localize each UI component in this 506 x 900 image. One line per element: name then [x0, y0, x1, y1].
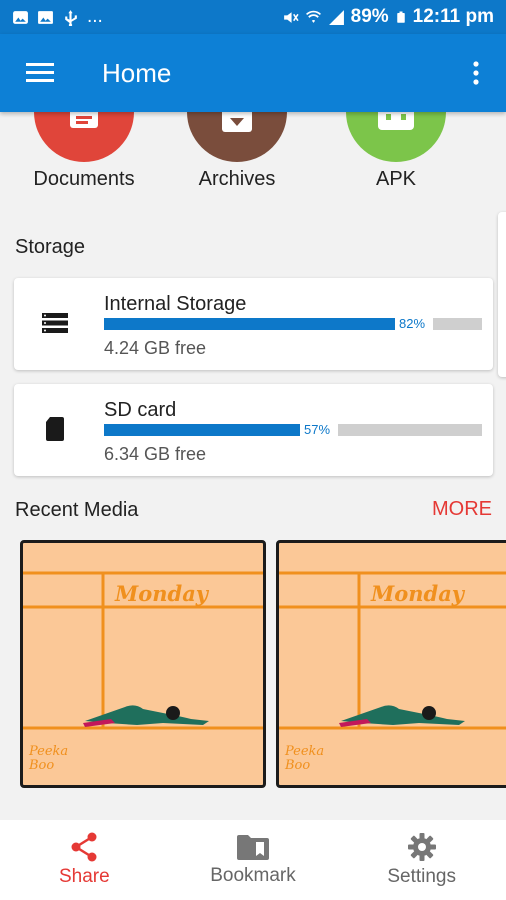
share-icon — [71, 832, 97, 862]
storage-usage-bar: 82% — [104, 316, 482, 331]
sd-card-icon — [46, 417, 64, 441]
nav-label: Bookmark — [210, 865, 296, 886]
wifi-icon — [305, 10, 321, 23]
storage-section-title: Storage — [15, 236, 86, 258]
storage-name: SD card — [104, 399, 177, 421]
battery-icon — [396, 11, 405, 23]
archive-icon — [187, 112, 287, 162]
category-apk[interactable]: APK — [331, 112, 461, 202]
storage-usage-bar: 57% — [104, 422, 482, 437]
storage-usage-fill — [104, 424, 300, 436]
storage-card-internal[interactable]: Internal Storage 82% 4.24 GB free — [14, 278, 493, 370]
category-label: Documents — [33, 168, 135, 190]
nav-share[interactable]: Share — [0, 820, 169, 900]
nav-settings[interactable]: Settings — [337, 820, 506, 900]
more-vert-icon — [473, 61, 479, 85]
storage-remaining-bar — [338, 424, 482, 436]
media-caption: Peeka Boo — [285, 744, 325, 774]
gallery-notification-icon — [13, 10, 28, 24]
usb-icon — [65, 9, 77, 26]
media-thumbnail[interactable]: Monday Peeka Boo — [20, 540, 266, 788]
notifications-more: ... — [87, 6, 103, 27]
storage-free: 4.24 GB free — [104, 338, 207, 358]
signal-icon — [328, 9, 344, 25]
hamburger-menu-icon — [26, 63, 54, 82]
app-bar: Home — [0, 34, 506, 112]
storage-remaining-bar — [433, 318, 482, 330]
storage-usage-fill — [104, 318, 395, 330]
more-button[interactable]: MORE — [432, 498, 492, 521]
status-bar: ... 89% 12:11 pm — [0, 0, 506, 34]
bookmark-icon — [237, 835, 269, 860]
category-archives[interactable]: Archives — [172, 112, 302, 202]
next-card-peek[interactable] — [498, 212, 506, 377]
media-heading: Monday — [115, 581, 209, 606]
recent-media-title: Recent Media — [15, 499, 139, 521]
storage-card-sd[interactable]: SD card 57% 6.34 GB free — [14, 384, 493, 476]
battery-percent: 89% — [350, 6, 389, 27]
category-label: APK — [375, 168, 417, 190]
nav-label: Share — [58, 866, 110, 887]
nav-label: Settings — [387, 866, 456, 887]
android-icon — [346, 112, 446, 162]
overflow-menu-button[interactable] — [446, 34, 506, 112]
page-title: Home — [102, 57, 172, 88]
storage-percent: 57% — [304, 422, 331, 437]
gear-icon — [407, 833, 436, 861]
category-label: Archives — [198, 168, 276, 190]
bottom-navigation: Share Bookmark Settings — [0, 820, 506, 900]
menu-button[interactable] — [0, 34, 80, 112]
documents-icon — [34, 112, 134, 162]
media-thumbnail[interactable]: Monday Peeka Boo — [276, 540, 506, 788]
mute-icon — [283, 11, 299, 23]
clock: 12:11 pm — [412, 6, 494, 27]
storage-free: 6.34 GB free — [104, 444, 207, 464]
storage-percent: 82% — [399, 316, 426, 331]
media-caption: Peeka Boo — [29, 744, 69, 774]
media-heading: Monday — [371, 581, 465, 606]
nav-bookmark[interactable]: Bookmark — [169, 820, 338, 900]
storage-icon — [42, 313, 68, 333]
category-documents[interactable]: Documents — [19, 112, 149, 202]
storage-name: Internal Storage — [104, 293, 247, 315]
image-notification-icon — [38, 10, 53, 24]
